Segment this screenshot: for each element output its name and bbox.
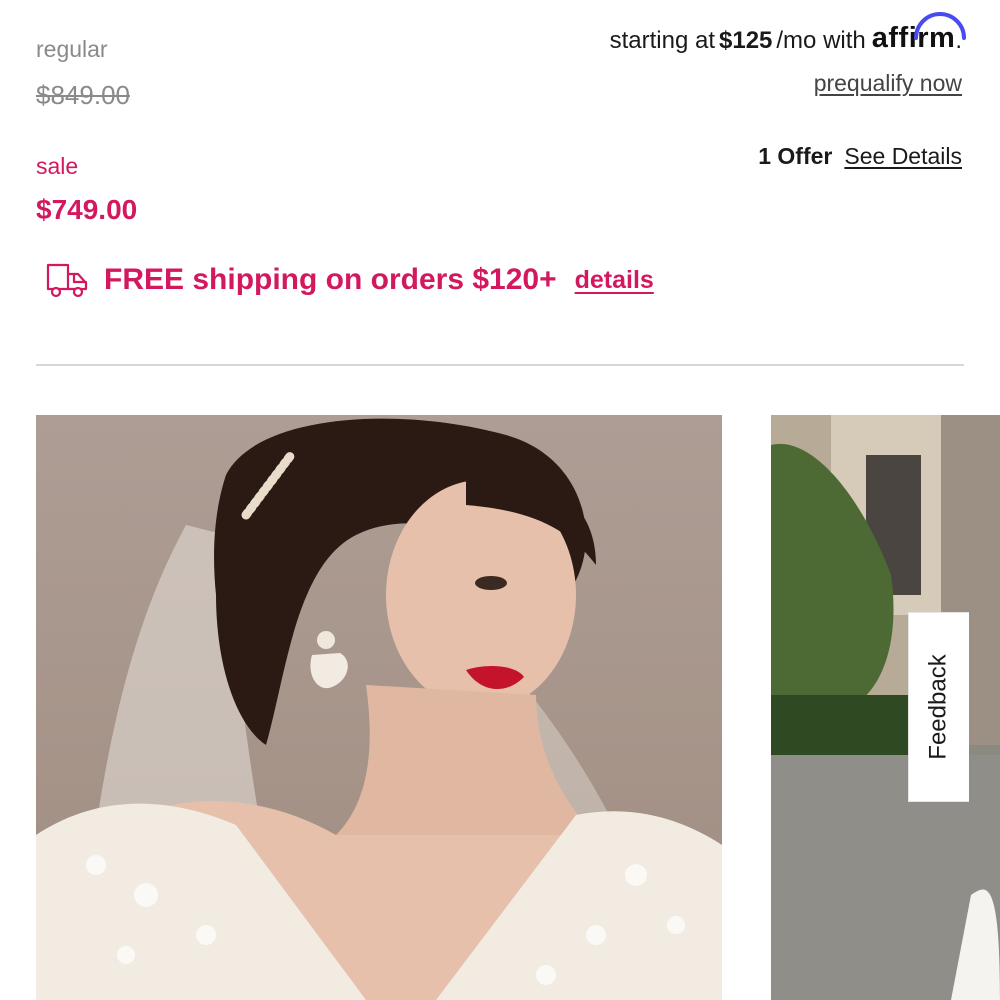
- offer-count: 1 Offer: [758, 143, 833, 169]
- sale-price-label: sale: [36, 153, 79, 179]
- affirm-financing-line: starting at $125 /mo with affirm .: [609, 12, 966, 55]
- shipping-details-link[interactable]: details: [575, 266, 654, 295]
- financing-suffix: /mo with: [776, 27, 866, 54]
- section-divider: [36, 364, 964, 366]
- affirm-arc-icon: [913, 12, 966, 40]
- affirm-logo: affirm: [872, 12, 966, 55]
- prequalify-now-link[interactable]: prequalify now: [814, 70, 962, 97]
- sale-price-value: $749.00: [36, 194, 138, 225]
- offer-row: 1 Offer See Details: [758, 143, 962, 170]
- feedback-tab[interactable]: Feedback: [908, 612, 969, 802]
- free-shipping-message: FREE shipping on orders $120+: [104, 263, 557, 296]
- product-image-main[interactable]: [36, 415, 722, 1000]
- regular-price-label: regular: [36, 36, 108, 62]
- feedback-label: Feedback: [925, 654, 952, 760]
- truck-icon: [46, 263, 88, 298]
- bride-portrait-image: [36, 418, 722, 1000]
- free-shipping-banner: FREE shipping on orders $120+ details: [44, 260, 654, 300]
- financing-amount: $125: [719, 27, 773, 54]
- financing-prefix: starting at: [609, 27, 715, 54]
- regular-price-value: $849.00: [36, 80, 130, 110]
- see-offer-details-link[interactable]: See Details: [844, 143, 962, 170]
